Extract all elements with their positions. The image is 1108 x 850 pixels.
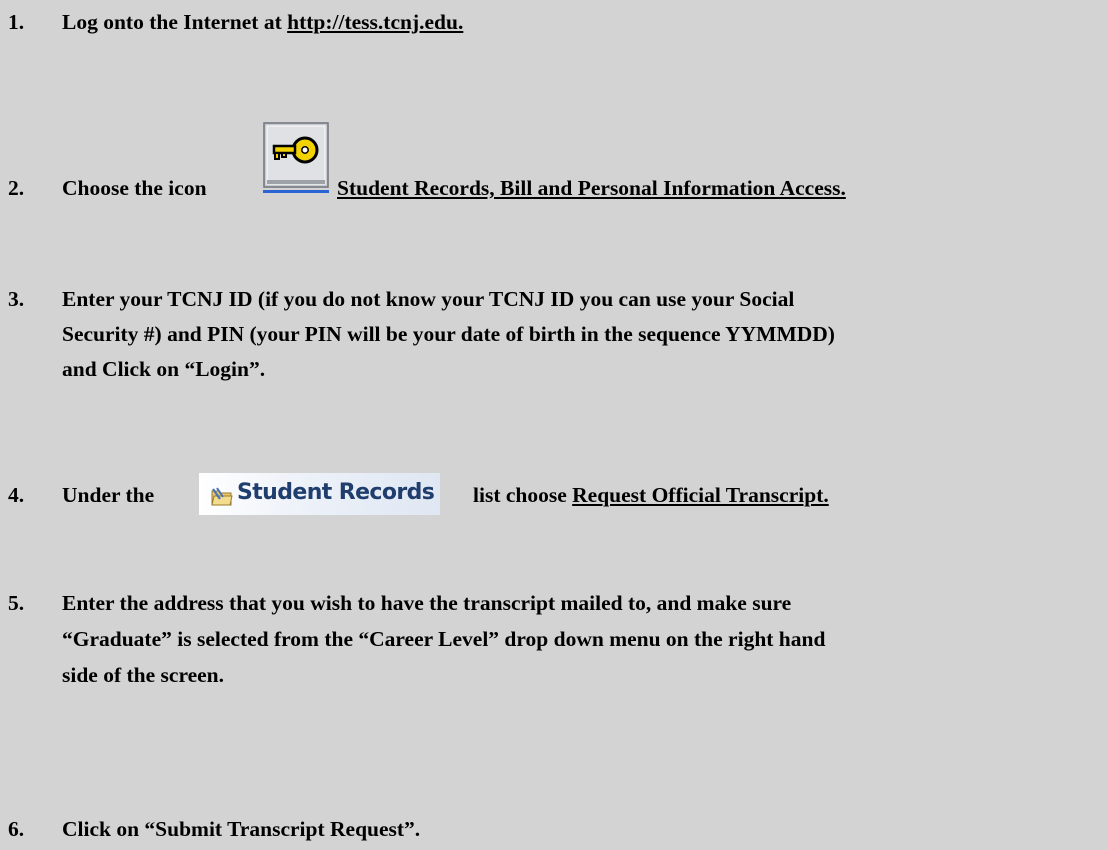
step-text: Choose the icon	[62, 176, 207, 200]
step-number: 1.	[8, 10, 25, 34]
step-text-line: Security #) and PIN (your PIN will be yo…	[62, 322, 835, 346]
step-text: Log onto the Internet at	[62, 10, 288, 34]
student-records-access-link[interactable]: Student Records, Bill and Personal Infor…	[337, 176, 846, 200]
step-number: 4.	[8, 483, 25, 507]
student-records-banner-text: Student Records	[237, 480, 435, 505]
step-text: list choose	[473, 483, 573, 507]
step-text: Under the	[62, 483, 155, 507]
folder-icon	[211, 482, 233, 506]
step-text-line: side of the screen.	[62, 663, 225, 687]
step-number: 6.	[8, 817, 25, 841]
step-text-line: Enter your TCNJ ID (if you do not know y…	[62, 287, 795, 311]
step-number: 3.	[8, 287, 25, 311]
step-text: Click on “Submit Transcript Request”.	[62, 817, 421, 841]
step-text-line: Enter the address that you wish to have …	[62, 591, 792, 615]
step-text-line: “Graduate” is selected from the “Career …	[62, 627, 826, 651]
request-official-transcript-link[interactable]: Request Official Transcript.	[572, 483, 829, 507]
step-number: 5.	[8, 591, 25, 615]
step-text-line: and Click on “Login”.	[62, 357, 266, 381]
tess-link[interactable]: http://tess.tcnj.edu.	[287, 10, 463, 34]
student-records-banner: Student Records	[199, 473, 440, 515]
step-number: 2.	[8, 176, 25, 200]
key-icon[interactable]	[263, 122, 329, 194]
